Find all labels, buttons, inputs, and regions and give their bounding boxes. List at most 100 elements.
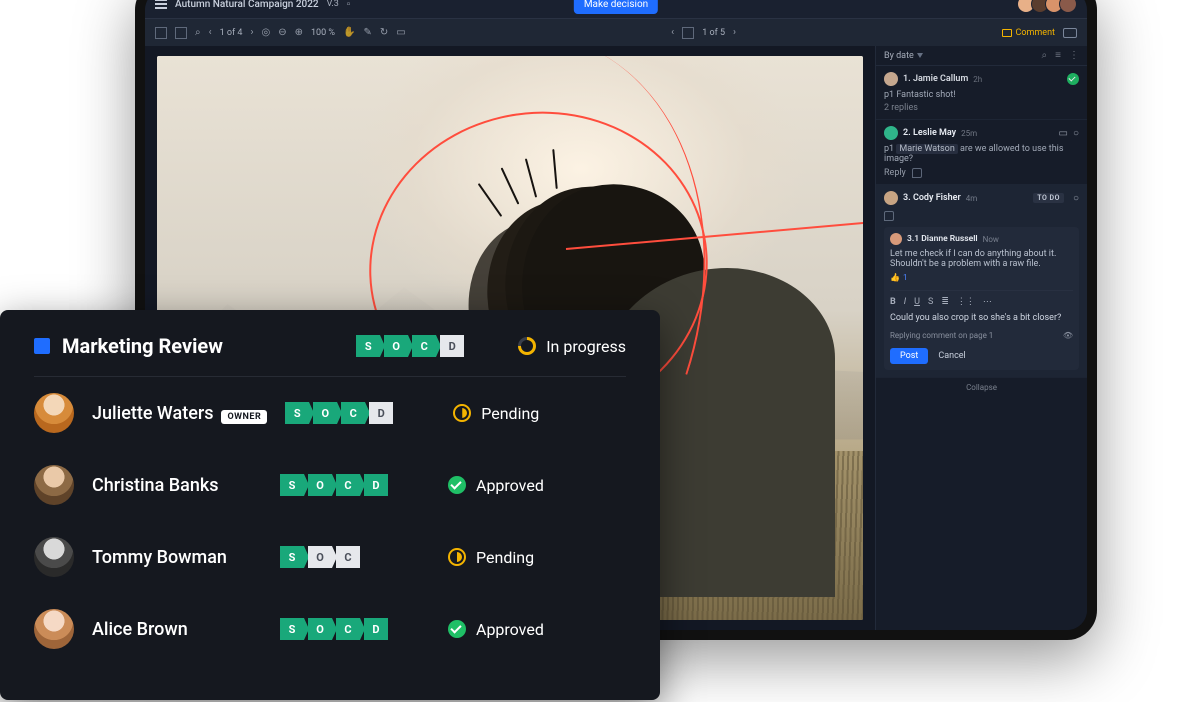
stage-d: D	[440, 335, 464, 357]
filter-icon[interactable]: ≡	[1055, 50, 1061, 61]
version-label[interactable]: V.3	[327, 0, 339, 9]
stage-indicator: S O C D	[285, 402, 415, 424]
zoom-level[interactable]: 100 %	[311, 28, 335, 38]
approved-icon	[448, 620, 466, 638]
status-badge[interactable]: TO DO	[1033, 193, 1064, 203]
zoom-out-icon[interactable]: ⊖	[278, 27, 286, 38]
comments-panel-icon[interactable]	[1063, 28, 1077, 38]
strike-icon[interactable]: S	[928, 297, 933, 307]
bold-icon[interactable]: B	[890, 297, 896, 307]
stage-o: O	[384, 335, 408, 357]
review-square-icon	[34, 338, 50, 354]
avatar	[34, 465, 74, 505]
page-indicator: 1 of 4	[220, 28, 243, 38]
reviewer-row: Christina Banks S O C D Approved	[34, 449, 626, 521]
avatar	[34, 393, 74, 433]
status-label: Approved	[476, 476, 544, 495]
sort-label: By date	[884, 51, 914, 61]
like-button[interactable]: 👍 1	[890, 273, 1073, 282]
pending-icon	[448, 548, 466, 566]
search-icon[interactable]: ⌕	[195, 27, 201, 38]
reviewer-row: Juliette WatersOWNER S O C D Pending	[34, 377, 626, 449]
next-slide-icon[interactable]: ›	[733, 27, 736, 38]
pending-icon	[453, 404, 471, 422]
italic-icon[interactable]: I	[904, 297, 906, 307]
comment-item-active[interactable]: 3. Cody Fisher 4m TO DO ○ 3.1 Dianne Rus…	[876, 185, 1087, 377]
collaborator-avatars[interactable]	[1021, 0, 1077, 13]
thumb-up-icon[interactable]	[912, 168, 922, 178]
hand-icon[interactable]: ✋	[343, 27, 355, 38]
comment-body: p1 Fantastic shot!	[884, 90, 1079, 100]
stage-s: S	[356, 335, 380, 357]
attachment-icon[interactable]: ▭	[1059, 128, 1068, 139]
comment-icon	[1002, 29, 1012, 37]
stage-indicator: S O C D	[280, 618, 410, 640]
reply-draft-input[interactable]: Could you also crop it so she's a bit cl…	[890, 313, 1073, 323]
prev-slide-icon[interactable]: ‹	[671, 27, 674, 38]
underline-icon[interactable]: U	[914, 297, 920, 307]
cancel-button[interactable]: Cancel	[938, 351, 965, 361]
stage-c: C	[412, 335, 436, 357]
review-header-row: Marketing Review S O C D In progress	[34, 334, 626, 377]
comments-header: By date ⌕ ≡ ⋮	[876, 46, 1087, 66]
comment-item[interactable]: 1. Jamie Callum 2h p1 Fantastic shot! 2 …	[876, 66, 1087, 120]
rotate-icon[interactable]: ↻	[380, 27, 388, 38]
slide-icon	[682, 27, 694, 39]
timestamp: 2h	[973, 75, 982, 84]
search-icon[interactable]: ⌕	[1042, 50, 1048, 61]
list-icon[interactable]: ≣	[941, 297, 949, 307]
bullets-icon[interactable]: ⋮⋮	[957, 297, 975, 307]
reviewer-row: Alice Brown S O C D Approved	[34, 593, 626, 665]
make-decision-button[interactable]: Make decision	[574, 0, 658, 14]
post-button[interactable]: Post	[890, 348, 928, 364]
status-icon[interactable]: ○	[1073, 128, 1079, 139]
more-icon[interactable]: ⋯	[983, 297, 992, 307]
timestamp: 4m	[966, 194, 978, 203]
thumb-up-icon[interactable]	[884, 211, 894, 221]
resolved-check-icon[interactable]	[1067, 73, 1079, 85]
comment-item[interactable]: 2. Leslie May 25m ▭ ○ p1 Marie Watson ar…	[876, 120, 1087, 185]
reviewer-name: Tommy Bowman	[92, 547, 262, 568]
avatar	[34, 609, 74, 649]
owner-badge: OWNER	[221, 410, 267, 424]
review-panel: Marketing Review S O C D In progress Jul…	[0, 310, 660, 700]
reviewer-name: Christina Banks	[92, 475, 262, 496]
reply-context: Replying comment on page 1	[890, 331, 993, 340]
comments-sidebar: By date ⌕ ≡ ⋮ 1. Jamie Callum 2h	[875, 46, 1087, 630]
comment-body: p1 Marie Watson are we allowed to use th…	[884, 144, 1079, 164]
book-icon[interactable]: ▫	[347, 0, 351, 10]
stage-indicator: S O C D	[356, 335, 486, 357]
avatar	[884, 126, 898, 140]
grid-icon[interactable]	[155, 27, 167, 39]
sort-control[interactable]: By date	[884, 51, 923, 61]
visibility-icon[interactable]: 👁	[1063, 331, 1073, 340]
zoom-in-icon[interactable]: ⊕	[295, 27, 303, 38]
more-icon[interactable]: ⋮	[1069, 50, 1079, 61]
annotate-icon[interactable]: ✎	[363, 27, 371, 38]
approved-icon	[448, 476, 466, 494]
mention[interactable]: Marie Watson	[896, 144, 957, 154]
next-page-icon[interactable]: ›	[250, 27, 253, 38]
reviewer-name: Juliette WatersOWNER	[92, 403, 267, 424]
comment-label: Comment	[1016, 28, 1055, 38]
avatar[interactable]	[1059, 0, 1077, 13]
replies-count[interactable]: 2 replies	[884, 103, 1079, 113]
thumbnails-icon[interactable]	[175, 27, 187, 39]
timestamp: 25m	[961, 129, 977, 138]
status-icon[interactable]: ○	[1073, 193, 1079, 204]
reply-button[interactable]: Reply	[884, 168, 906, 178]
compare-icon[interactable]: ▭	[396, 27, 405, 38]
editor-toolbar: B I U S ≣ ⋮⋮ ⋯	[890, 290, 1073, 307]
progress-icon	[518, 337, 536, 355]
thumb-up-icon: 👍	[890, 273, 900, 282]
prev-page-icon[interactable]: ‹	[209, 27, 212, 38]
collapse-button[interactable]: Collapse	[876, 377, 1087, 397]
toolbar: ⌕ ‹ 1 of 4 › ◎ ⊖ ⊕ 100 % ✋ ✎ ↻ ▭ ‹ 1 of …	[145, 18, 1087, 46]
menu-icon[interactable]	[155, 0, 167, 9]
chevron-down-icon	[917, 53, 923, 58]
target-icon[interactable]: ◎	[261, 27, 270, 38]
review-title: Marketing Review	[62, 334, 223, 358]
avatar	[884, 191, 898, 205]
add-comment-button[interactable]: Comment	[1002, 28, 1055, 38]
avatar	[34, 537, 74, 577]
